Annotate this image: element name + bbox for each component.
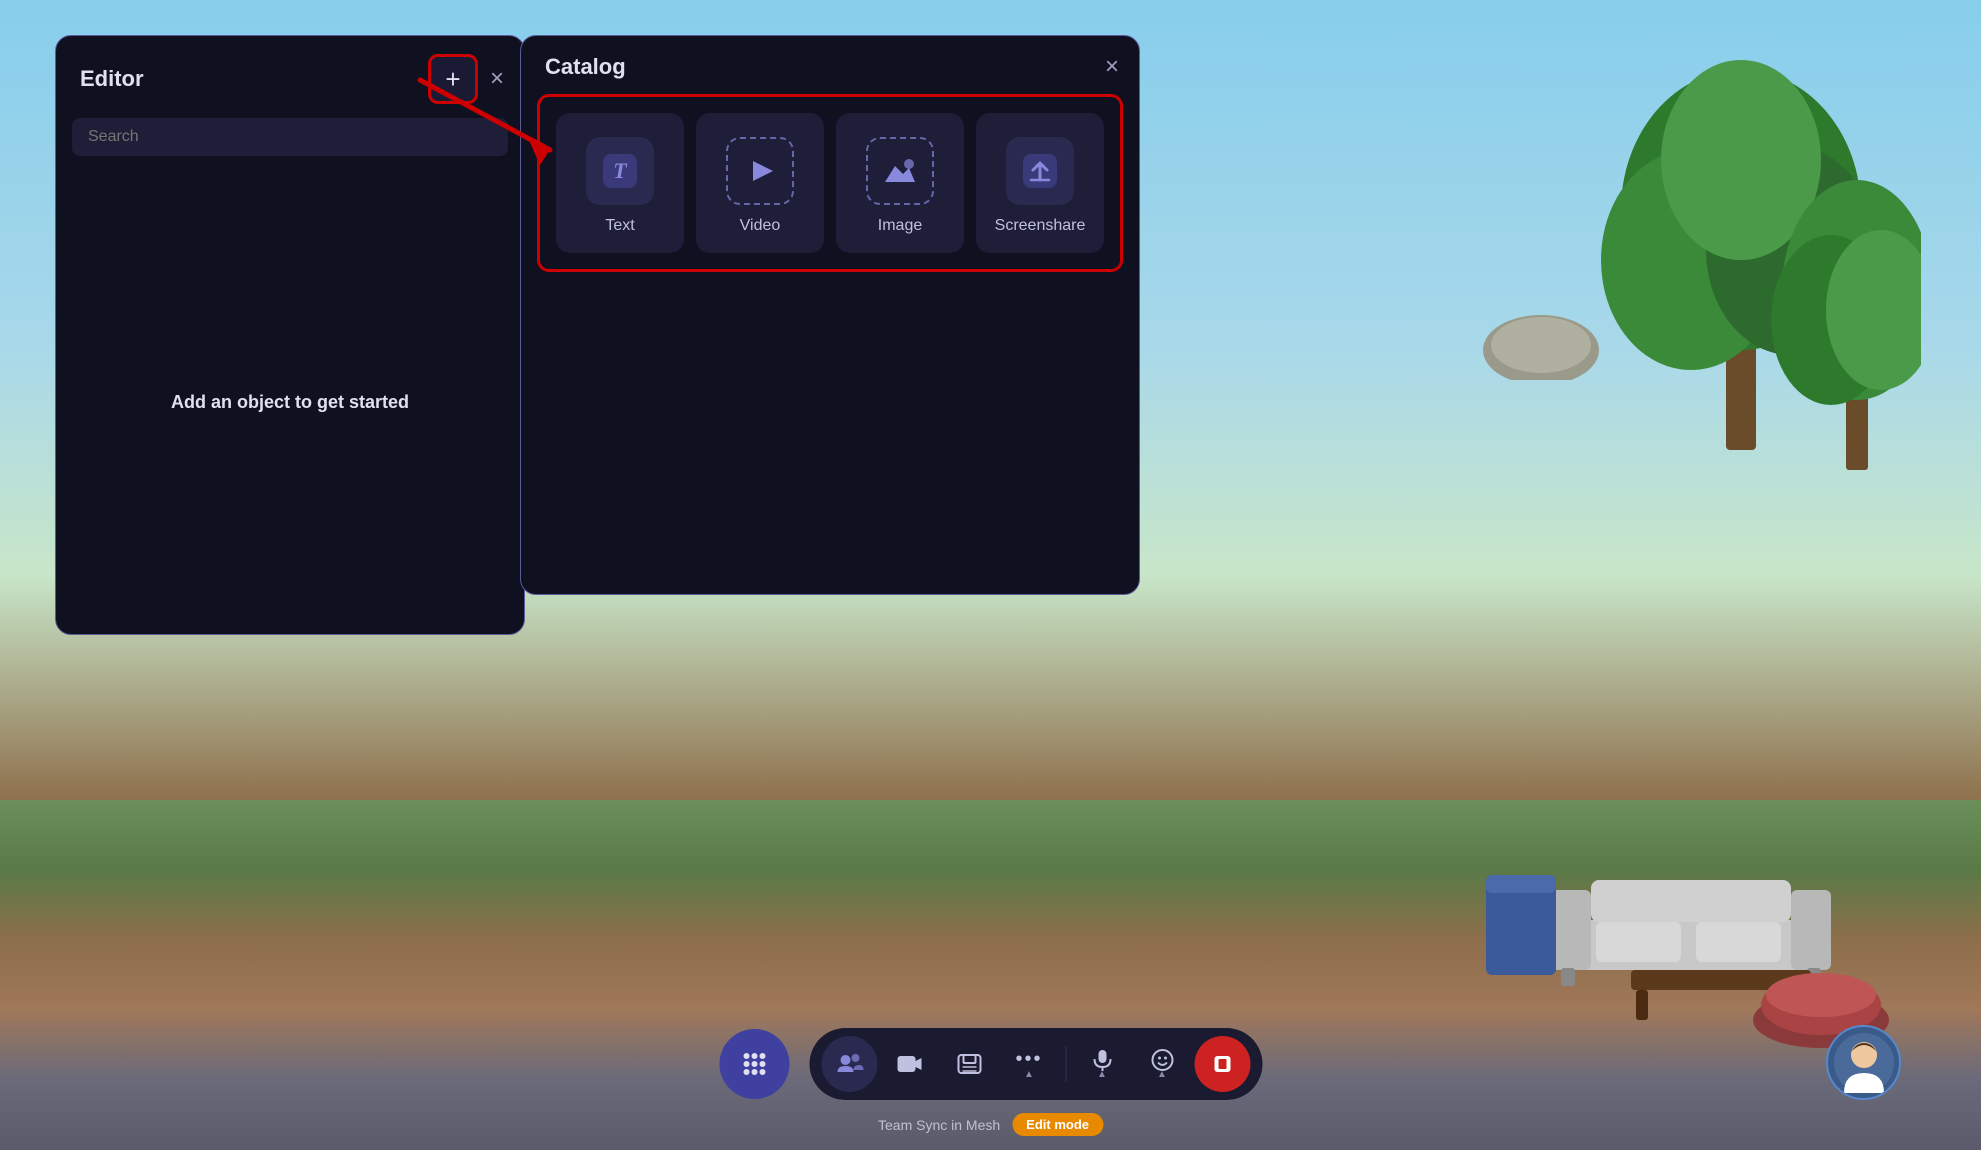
tree-decoration xyxy=(1571,10,1921,510)
video-icon-wrapper xyxy=(726,137,794,205)
editor-body: Add an object to get started xyxy=(56,170,524,634)
editor-title: Editor xyxy=(80,66,144,92)
editor-empty-message: Add an object to get started xyxy=(171,392,409,413)
record-button[interactable] xyxy=(1194,1036,1250,1092)
edit-mode-badge: Edit mode xyxy=(1012,1113,1103,1136)
mic-button[interactable]: ▲ xyxy=(1074,1036,1130,1092)
emoji-button[interactable]: ▲ xyxy=(1134,1036,1190,1092)
user-avatar[interactable] xyxy=(1826,1025,1901,1100)
catalog-grid-wrapper: T Text Video xyxy=(537,94,1123,272)
catalog-screenshare-label: Screenshare xyxy=(995,217,1086,235)
catalog-grid: T Text Video xyxy=(556,113,1104,253)
svg-text:T: T xyxy=(613,158,628,183)
catalog-video-label: Video xyxy=(740,217,781,235)
plus-icon: + xyxy=(445,64,460,95)
more-icon: ••• xyxy=(1015,1048,1042,1071)
editor-panel: Editor + × Add an object to get started xyxy=(55,35,525,635)
rock-decoration xyxy=(1481,300,1601,380)
catalog-text-label: Text xyxy=(605,217,634,235)
catalog-item-video[interactable]: Video xyxy=(696,113,824,253)
catalog-item-image[interactable]: Image xyxy=(836,113,964,253)
grid-icon xyxy=(738,1048,770,1080)
catalog-item-text[interactable]: T Text xyxy=(556,113,684,253)
video-icon xyxy=(741,152,779,190)
blue-box xyxy=(1481,865,1561,985)
people-icon xyxy=(835,1050,863,1078)
image-icon-wrapper xyxy=(866,137,934,205)
apps-grid-button[interactable] xyxy=(719,1029,789,1099)
bottom-toolbar-area: ••• ▲ ▲ ▲ xyxy=(719,1028,1262,1100)
more-button[interactable]: ••• ▲ xyxy=(1001,1036,1057,1092)
catalog-image-label: Image xyxy=(878,217,922,235)
screenshare-icon xyxy=(1021,152,1059,190)
camera-button[interactable] xyxy=(881,1036,937,1092)
people-button[interactable] xyxy=(821,1036,877,1092)
catalog-panel: Catalog × T Text xyxy=(520,35,1140,595)
editor-close-button[interactable]: × xyxy=(490,67,504,91)
mic-icon xyxy=(1091,1049,1113,1071)
add-object-button[interactable]: + xyxy=(428,54,478,104)
record-icon xyxy=(1210,1052,1234,1076)
status-bar: Team Sync in Mesh Edit mode xyxy=(878,1113,1103,1136)
editor-header: Editor + × xyxy=(56,36,524,118)
avatar-icon xyxy=(1834,1033,1894,1093)
catalog-title: Catalog xyxy=(545,54,626,80)
mic-chevron-icon: ▲ xyxy=(1097,1069,1107,1080)
save-button[interactable] xyxy=(941,1036,997,1092)
catalog-header: Catalog × xyxy=(521,36,1139,94)
emoji-icon xyxy=(1151,1049,1173,1071)
camera-icon xyxy=(896,1051,922,1077)
editor-header-actions: + × xyxy=(428,54,504,104)
toolbar-divider xyxy=(1065,1046,1066,1082)
catalog-item-screenshare[interactable]: Screenshare xyxy=(976,113,1104,253)
text-icon: T xyxy=(601,152,639,190)
screenshare-icon-wrapper xyxy=(1006,137,1074,205)
status-text: Team Sync in Mesh xyxy=(878,1117,1000,1133)
emoji-chevron-icon: ▲ xyxy=(1157,1069,1167,1080)
save-icon xyxy=(956,1051,982,1077)
editor-search-input[interactable] xyxy=(72,118,508,156)
image-icon xyxy=(881,152,919,190)
catalog-close-button[interactable]: × xyxy=(1105,55,1119,79)
text-icon-wrapper: T xyxy=(586,137,654,205)
more-chevron-icon: ▲ xyxy=(1024,1069,1034,1080)
main-toolbar: ••• ▲ ▲ ▲ xyxy=(809,1028,1262,1100)
